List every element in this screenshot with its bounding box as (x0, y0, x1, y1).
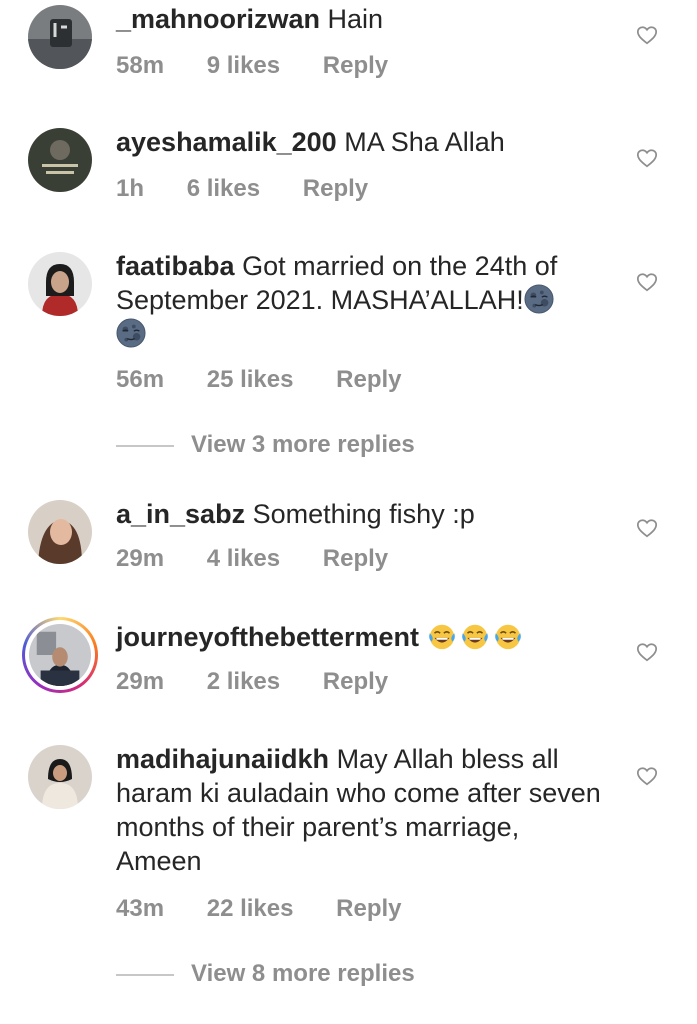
comment-time: 43m (116, 895, 165, 922)
comment-likes[interactable]: 6 likes (187, 175, 260, 203)
comment-body: Hain (327, 4, 384, 34)
avatar-story-ring[interactable] (22, 617, 98, 693)
reply-button[interactable]: Reply (323, 52, 388, 80)
comment-text: _mahnoorizwan Hain (116, 2, 616, 36)
comment-likes[interactable]: 4 likes (207, 545, 280, 573)
tears-of-joy-emoji (427, 621, 457, 651)
divider-line (116, 444, 174, 447)
comment-time: 58m (116, 52, 165, 79)
comment-meta: 56m 25 likes Reply (116, 366, 438, 394)
view-replies-label: View 8 more replies (191, 960, 415, 987)
heart-outline-icon[interactable] (636, 271, 658, 293)
heart-outline-icon[interactable] (636, 24, 658, 46)
avatar-image (28, 252, 92, 316)
comment-meta: 43m 22 likes Reply (116, 895, 438, 923)
avatar-image (29, 624, 91, 686)
avatar-image (28, 745, 92, 809)
comment-body: MA Sha Allah (344, 127, 505, 157)
view-replies-button[interactable]: View 8 more replies (116, 960, 415, 988)
comment-time: 29m (116, 545, 165, 572)
avatar-image (28, 500, 92, 564)
comment-username[interactable]: a_in_sabz (116, 499, 245, 529)
heart-outline-icon[interactable] (636, 517, 658, 539)
reply-button[interactable]: Reply (303, 175, 368, 203)
comment-username[interactable]: ayeshamalik_200 (116, 127, 337, 157)
reply-button[interactable]: Reply (323, 545, 388, 573)
avatar[interactable] (28, 252, 92, 316)
avatar[interactable] (28, 128, 92, 192)
comment-username[interactable]: journeyofthebetterment (116, 622, 419, 652)
new-moon-face-emoji (116, 318, 146, 348)
comment-time: 56m (116, 366, 165, 393)
reply-button[interactable]: Reply (336, 366, 401, 394)
heart-outline-icon[interactable] (636, 765, 658, 787)
comment-text: journeyofthebetterment (116, 620, 616, 654)
comment-username[interactable]: _mahnoorizwan (116, 4, 320, 34)
comment-likes[interactable]: 22 likes (207, 895, 294, 923)
comment-text: ayeshamalik_200 MA Sha Allah (116, 125, 616, 159)
comment-username[interactable]: madihajunaiidkh (116, 744, 329, 774)
divider-line (116, 973, 174, 976)
comment-username[interactable]: faatibaba (116, 251, 235, 281)
reply-button[interactable]: Reply (323, 668, 388, 696)
comment-likes[interactable]: 25 likes (207, 366, 294, 394)
comment-time: 29m (116, 668, 165, 695)
comment-text: madihajunaiidkh May Allah bless all hara… (116, 742, 606, 878)
comment-meta: 29m 4 likes Reply (116, 545, 424, 573)
comment-likes[interactable]: 2 likes (207, 668, 280, 696)
view-replies-label: View 3 more replies (191, 431, 415, 458)
tears-of-joy-emoji (460, 621, 490, 651)
comment-meta: 29m 2 likes Reply (116, 668, 424, 696)
new-moon-face-emoji (524, 284, 554, 314)
comment-text: faatibaba Got married on the 24th of Sep… (116, 249, 596, 351)
comment-body: Something fishy :p (252, 499, 475, 529)
tears-of-joy-emoji (493, 621, 523, 651)
comment-time: 1h (116, 175, 145, 202)
heart-outline-icon[interactable] (636, 147, 658, 169)
avatar[interactable] (28, 5, 92, 69)
view-replies-button[interactable]: View 3 more replies (116, 431, 415, 459)
comment-text: a_in_sabz Something fishy :p (116, 497, 616, 531)
avatar[interactable] (28, 745, 92, 809)
avatar-image (28, 5, 92, 69)
avatar (25, 620, 95, 690)
avatar-image (28, 128, 92, 192)
comment-meta: 1h 6 likes Reply (116, 175, 404, 203)
heart-outline-icon[interactable] (636, 641, 658, 663)
reply-button[interactable]: Reply (336, 895, 401, 923)
avatar[interactable] (28, 500, 92, 564)
comment-likes[interactable]: 9 likes (207, 52, 280, 80)
comment-meta: 58m 9 likes Reply (116, 52, 424, 80)
